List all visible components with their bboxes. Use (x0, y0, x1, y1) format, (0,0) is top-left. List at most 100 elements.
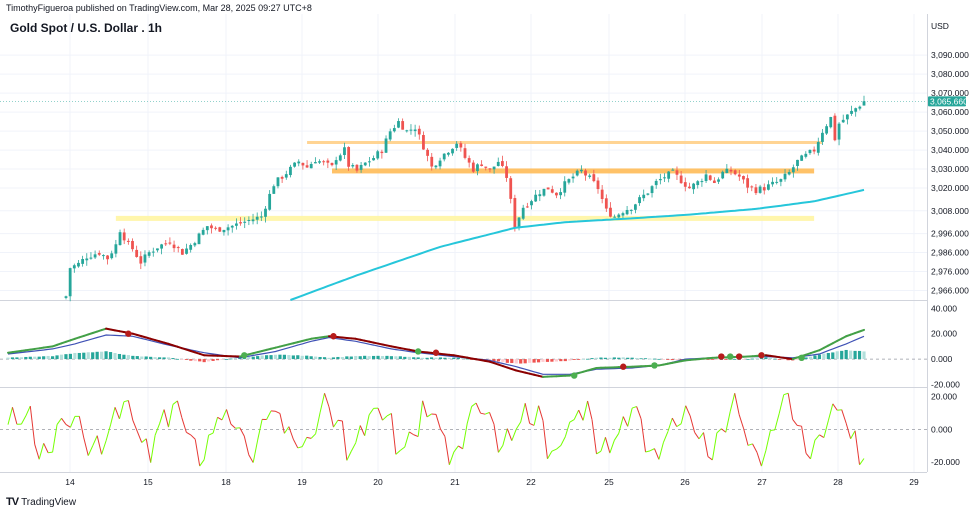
osc-line-segment (632, 406, 637, 409)
osc-line-segment (324, 393, 330, 407)
macd-hist-bar (367, 356, 371, 360)
macd-tick-label: 40.000 (931, 303, 957, 313)
candle-body (492, 166, 496, 170)
macd-hist-bar (117, 353, 122, 360)
price-tick-label: 3,050.000 (931, 126, 969, 136)
candle-body (733, 170, 737, 175)
macd-hist-bar (149, 356, 153, 360)
osc-line-segment (168, 404, 174, 428)
candle-body (862, 101, 866, 106)
osc-line-segment (734, 393, 740, 415)
osc-line-segment (29, 406, 36, 445)
candle-body (592, 174, 596, 182)
macd-cross-dot (241, 352, 248, 359)
macd-hist-bar (541, 359, 545, 362)
candle-body (496, 161, 500, 167)
macd-hist-bar (635, 357, 639, 360)
chart-canvas[interactable]: 3,090.0003,080.0003,070.0003,060.0003,05… (0, 0, 975, 513)
price-tick-label: 2,986.000 (931, 248, 969, 258)
osc-line-segment (38, 443, 45, 460)
macd-hist-bar (282, 354, 287, 360)
macd-hist-bar (572, 359, 576, 360)
osc-tick-label: -20.000 (931, 457, 960, 467)
candle-body (293, 162, 296, 167)
macd-tick-label: 20.000 (931, 329, 957, 339)
osc-line-segment (721, 428, 727, 433)
osc-line-segment (275, 410, 281, 414)
macd-hist-bar (273, 354, 278, 360)
price-tick-label: 3,020.000 (931, 183, 969, 193)
macd-hist-bar (33, 356, 37, 360)
macd-hist-bar (398, 356, 402, 360)
macd-hist-bar (710, 359, 715, 360)
candle-body (322, 161, 326, 163)
macd-hist-bar (50, 356, 55, 360)
osc-line-segment (110, 407, 116, 426)
macd-cross-dot (735, 353, 743, 360)
candle-body (791, 167, 795, 173)
osc-line-segment (34, 444, 40, 460)
osc-line-segment (556, 445, 562, 450)
osc-line-segment (92, 435, 98, 446)
candle-body (821, 132, 824, 142)
candle-body (613, 216, 617, 218)
candle-body (139, 256, 143, 264)
candle-body (384, 138, 388, 153)
candle-body (126, 240, 130, 242)
osc-line-segment (435, 414, 441, 430)
candle-body (513, 198, 517, 229)
candle-body (642, 194, 646, 199)
candle-body (704, 174, 708, 182)
osc-line-segment (462, 423, 468, 449)
macd-hist-bar (77, 352, 81, 360)
candle-body (783, 173, 787, 180)
candle-body (247, 219, 251, 221)
macd-hist-bar (817, 354, 822, 360)
osc-line-segment (640, 418, 647, 453)
osc-line-segment (359, 425, 366, 436)
candle-body (189, 245, 193, 250)
osc-line-segment (596, 450, 602, 455)
osc-line-segment (301, 437, 308, 447)
osc-line-segment (448, 451, 455, 465)
candle-body (671, 169, 675, 171)
candle-body (530, 201, 533, 206)
osc-line-segment (667, 417, 673, 432)
macd-hist-bar (630, 357, 634, 360)
candle-body (600, 189, 604, 200)
macd-hist-bar (808, 356, 813, 360)
osc-line-segment (689, 415, 696, 433)
candle-body (700, 181, 704, 183)
candle-body (663, 177, 666, 179)
macd-hist-bar (443, 357, 447, 360)
macd-hist-bar (523, 359, 527, 364)
candle-body (243, 221, 247, 223)
candle-body (571, 176, 575, 179)
candle-body (555, 192, 558, 196)
candle-body (405, 130, 409, 132)
candle-body (737, 174, 741, 177)
osc-line-segment (364, 414, 370, 436)
macd-hist-bar (795, 359, 799, 360)
macd-hist-bar (269, 355, 273, 360)
osc-line-segment (627, 407, 633, 427)
macd-hist-bar (131, 355, 135, 360)
candle-body (721, 171, 725, 179)
candle-body (343, 147, 346, 156)
osc-line-segment (645, 450, 651, 453)
candle-body (309, 163, 313, 169)
candle-body (338, 155, 342, 161)
candle-body (596, 180, 600, 190)
osc-line-segment (413, 434, 419, 438)
macd-cross-dot (798, 354, 805, 362)
tradingview-brand[interactable]: TV TradingView (6, 496, 76, 508)
candle-body (185, 248, 188, 254)
osc-line-segment (20, 415, 27, 425)
macd-hist-bar (309, 356, 313, 360)
macd-hist-bar (750, 358, 755, 360)
macd-hist-bar (657, 358, 661, 360)
osc-line-segment (502, 428, 508, 446)
macd-hist-bar (15, 357, 19, 360)
candle-body (787, 172, 791, 175)
macd-hist-bar (314, 356, 318, 360)
